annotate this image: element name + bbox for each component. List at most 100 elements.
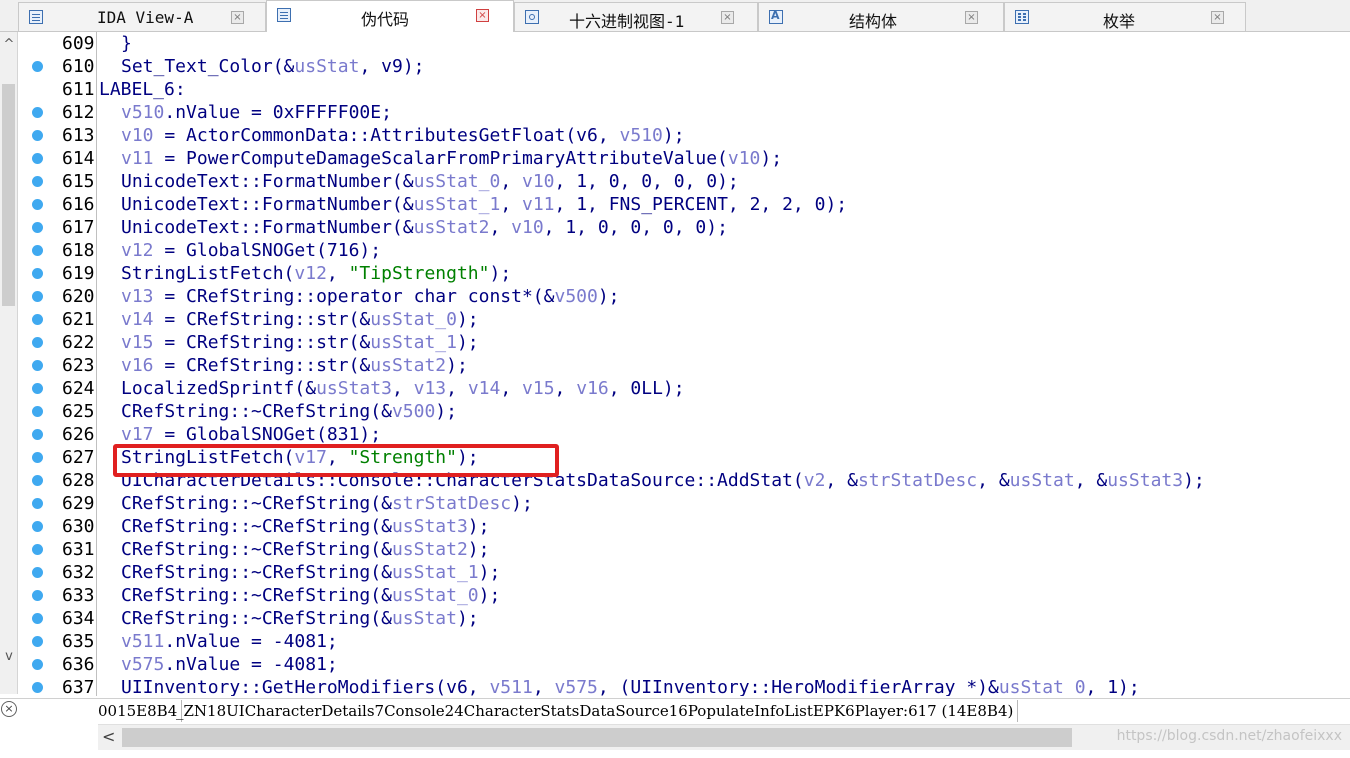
vertical-scrollbar[interactable]: ^ v xyxy=(0,32,18,694)
code-line[interactable]: 616 UnicodeText::FormatNumber(&usStat_1, … xyxy=(20,193,1350,216)
code-token[interactable]: v2 xyxy=(804,470,826,491)
breakpoint-dot-icon[interactable] xyxy=(32,636,43,647)
breakpoint-dot-icon[interactable] xyxy=(32,498,43,509)
breakpoint-dot-icon[interactable] xyxy=(32,429,43,440)
tab-hex-view[interactable]: 十六进制视图-1 × xyxy=(514,2,758,31)
code-token[interactable]: v500 xyxy=(392,401,435,422)
breakpoint-dot-icon[interactable] xyxy=(32,245,43,256)
breakpoint-dot-icon[interactable] xyxy=(32,337,43,348)
code-line[interactable]: 621 v14 = CRefString::str(&usStat_0); xyxy=(20,308,1350,331)
code-line[interactable]: 619 StringListFetch(v12, "TipStrength"); xyxy=(20,262,1350,285)
code-line[interactable]: 629 CRefString::~CRefString(&strStatDesc)… xyxy=(20,492,1350,515)
breakpoint-dot-icon[interactable] xyxy=(32,613,43,624)
code-line[interactable]: 625 CRefString::~CRefString(&v500); xyxy=(20,400,1350,423)
code-token[interactable]: v10 xyxy=(121,125,154,146)
code-line[interactable]: 633 CRefString::~CRefString(&usStat_0); xyxy=(20,584,1350,607)
code-token[interactable]: v15 xyxy=(121,332,154,353)
breakpoint-dot-icon[interactable] xyxy=(32,199,43,210)
tab-ida-view-a[interactable]: IDA View-A × xyxy=(18,2,266,31)
code-line[interactable]: 609} xyxy=(20,32,1350,55)
close-icon[interactable]: × xyxy=(965,11,978,24)
breakpoint-dot-icon[interactable] xyxy=(32,406,43,417)
code-token[interactable]: v510 xyxy=(121,102,164,123)
code-line[interactable]: 618 v12 = GlobalSNOGet(716); xyxy=(20,239,1350,262)
breakpoint-dot-icon[interactable] xyxy=(32,268,43,279)
code-token[interactable]: v10 xyxy=(728,148,761,169)
code-token[interactable]: v13 xyxy=(121,286,154,307)
code-token[interactable]: usStat xyxy=(392,608,457,629)
pseudocode-view[interactable]: 609} 610 Set_Text_Color(&usStat, v9); 611 LA… xyxy=(20,32,1350,696)
code-line[interactable]: 634 CRefString::~CRefString(&usStat); xyxy=(20,607,1350,630)
breakpoint-dot-icon[interactable] xyxy=(32,360,43,371)
code-line[interactable]: 635 v511.nValue = -4081; xyxy=(20,630,1350,653)
code-line[interactable]: 622 v15 = CRefString::str(&usStat_1); xyxy=(20,331,1350,354)
code-token[interactable]: v13 xyxy=(414,378,447,399)
code-line[interactable]: 610 Set_Text_Color(&usStat, v9); xyxy=(20,55,1350,78)
tab-pseudocode[interactable]: 伪代码 × xyxy=(266,0,514,32)
horizontal-scroll-thumb[interactable] xyxy=(122,728,1072,747)
breakpoint-dot-icon[interactable] xyxy=(32,567,43,578)
code-token[interactable]: usStat_0 xyxy=(414,171,501,192)
code-token[interactable]: usStat xyxy=(1010,470,1075,491)
code-token[interactable]: v10 xyxy=(511,217,544,238)
code-token[interactable]: v10 xyxy=(522,171,555,192)
code-token[interactable]: v12 xyxy=(121,240,154,261)
code-token[interactable]: v510 xyxy=(620,125,663,146)
code-token[interactable]: v575 xyxy=(555,677,598,696)
code-token[interactable]: v500 xyxy=(554,286,597,307)
scroll-thumb[interactable] xyxy=(2,84,15,306)
code-line[interactable]: 615 UnicodeText::FormatNumber(&usStat_0, … xyxy=(20,170,1350,193)
breakpoint-dot-icon[interactable] xyxy=(32,521,43,532)
code-line[interactable]: 611 LABEL_6: xyxy=(20,78,1350,101)
breakpoint-dot-icon[interactable] xyxy=(32,452,43,463)
breakpoint-dot-icon[interactable] xyxy=(32,383,43,394)
breakpoint-dot-icon[interactable] xyxy=(32,130,43,141)
code-line[interactable]: 637 UIInventory::GetHeroModifiers(v6, v51… xyxy=(20,676,1350,696)
code-token[interactable]: v15 xyxy=(522,378,555,399)
scroll-down-icon[interactable]: v xyxy=(0,648,18,666)
code-token[interactable]: usStat_0 xyxy=(392,585,479,606)
code-token[interactable]: v14 xyxy=(468,378,501,399)
code-token[interactable]: usStat_1 xyxy=(392,562,479,583)
code-token[interactable]: usStat2 xyxy=(414,217,490,238)
code-line[interactable]: 617 UnicodeText::FormatNumber(&usStat2, v… xyxy=(20,216,1350,239)
code-line[interactable]: 612 v510.nValue = 0xFFFFF00E; xyxy=(20,101,1350,124)
code-line[interactable]: 613 v10 = ActorCommonData::AttributesGetF… xyxy=(20,124,1350,147)
tab-enums[interactable]: 枚举 × xyxy=(1004,2,1246,31)
code-line[interactable]: 614 v11 = PowerComputeDamageScalarFromPri… xyxy=(20,147,1350,170)
code-token[interactable]: v16 xyxy=(576,378,609,399)
breakpoint-dot-icon[interactable] xyxy=(32,314,43,325)
code-token[interactable]: usStat3 xyxy=(316,378,392,399)
scroll-up-icon[interactable]: ^ xyxy=(0,36,18,54)
code-token[interactable]: usStat_0 xyxy=(370,309,457,330)
breakpoint-dot-icon[interactable] xyxy=(32,682,43,693)
code-line[interactable]: 620 v13 = CRefString::operator char const… xyxy=(20,285,1350,308)
code-token[interactable]: usStat3 xyxy=(392,516,468,537)
tab-structures[interactable]: 结构体 × xyxy=(758,2,1004,31)
breakpoint-dot-icon[interactable] xyxy=(32,475,43,486)
code-line[interactable]: 630 CRefString::~CRefString(&usStat3); xyxy=(20,515,1350,538)
code-line[interactable]: 636 v575.nValue = -4081; xyxy=(20,653,1350,676)
code-token[interactable]: usStat xyxy=(294,56,359,77)
code-token[interactable]: usStat_1 xyxy=(370,332,457,353)
code-token[interactable]: usStat3 xyxy=(1107,470,1183,491)
code-token[interactable]: v12 xyxy=(294,263,327,284)
code-token[interactable]: usStat_1 xyxy=(414,194,501,215)
code-token[interactable]: v575 xyxy=(121,654,164,675)
code-token[interactable]: v17 xyxy=(121,424,154,445)
code-line[interactable]: 623 v16 = CRefString::str(&usStat2); xyxy=(20,354,1350,377)
close-icon[interactable]: × xyxy=(476,9,489,22)
breakpoint-dot-icon[interactable] xyxy=(32,590,43,601)
code-token[interactable]: usStat2 xyxy=(370,355,446,376)
code-line[interactable]: 624 LocalizedSprintf(&usStat3, v13, v14, … xyxy=(20,377,1350,400)
code-token[interactable]: strStatDesc xyxy=(392,493,511,514)
close-icon[interactable]: × xyxy=(1,701,17,717)
breakpoint-dot-icon[interactable] xyxy=(32,544,43,555)
code-token[interactable]: v14 xyxy=(121,309,154,330)
code-line[interactable]: 632 CRefString::~CRefString(&usStat_1); xyxy=(20,561,1350,584)
code-token[interactable]: usStat2 xyxy=(392,539,468,560)
code-token[interactable]: usStat_0 xyxy=(999,677,1086,696)
breakpoint-dot-icon[interactable] xyxy=(32,61,43,72)
code-token[interactable]: v11 xyxy=(121,148,154,169)
code-token[interactable]: v511 xyxy=(121,631,164,652)
